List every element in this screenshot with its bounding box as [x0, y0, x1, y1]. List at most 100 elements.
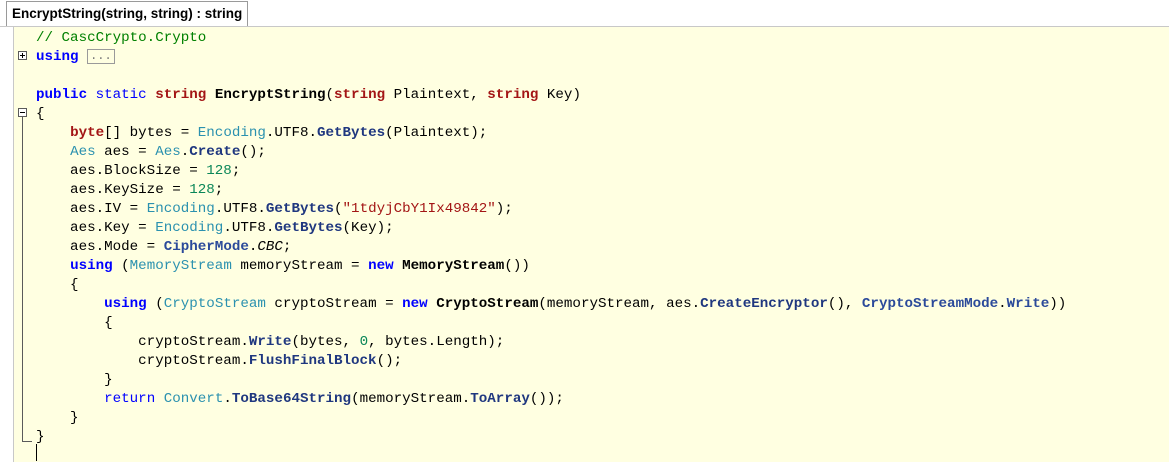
- code-token: aes.BlockSize =: [36, 163, 207, 179]
- code-line: aes.Mode = CipherMode.CBC;: [36, 238, 1066, 257]
- code-token: .: [223, 391, 232, 407]
- code-token: Encoding: [155, 220, 224, 236]
- code-token: string: [487, 87, 539, 103]
- code-token: (Key);: [342, 220, 394, 236]
- code-token: ToArray: [470, 391, 530, 407]
- code-token: MemoryStream: [402, 258, 505, 274]
- code-token: .UTF8.: [214, 201, 266, 217]
- code-line: }: [36, 409, 1066, 428]
- code-token: Encoding: [146, 201, 215, 217]
- code-token: FlushFinalBlock: [248, 353, 377, 369]
- code-token: ToBase64String: [231, 391, 352, 407]
- code-token: CryptoStream: [163, 296, 266, 312]
- code-token: aes.Key =: [36, 220, 156, 236]
- code-token: using: [36, 49, 79, 65]
- code-token: CryptoStreamMode: [861, 296, 999, 312]
- code-token: (memoryStream.: [351, 391, 471, 407]
- code-editor[interactable]: // CascCrypto.Crypto using ... public sta…: [13, 27, 1169, 462]
- code-line: }: [36, 371, 1066, 390]
- code-token: (Plaintext);: [385, 125, 488, 141]
- code-token: EncryptString: [214, 87, 326, 103]
- code-token: aes.IV =: [36, 201, 147, 217]
- code-token: ()): [504, 258, 530, 274]
- code-token: using: [104, 296, 147, 312]
- fold-end-marker: [22, 441, 32, 442]
- code-token: CreateEncryptor: [700, 296, 828, 312]
- code-token: {: [36, 277, 79, 293]
- code-line: return Convert.ToBase64String(memoryStre…: [36, 390, 1066, 409]
- code-token: MemoryStream: [129, 258, 232, 274]
- code-token: aes.Mode =: [36, 239, 164, 255]
- code-token: aes =: [95, 144, 156, 160]
- collapse-method-icon[interactable]: [18, 108, 27, 117]
- code-line: cryptoStream.Write(bytes, 0, bytes.Lengt…: [36, 333, 1066, 352]
- code-token: Aes: [70, 144, 96, 160]
- code-token: "1tdyjCbY1Ix49842": [342, 201, 496, 217]
- code-token: {: [36, 106, 45, 122]
- code-token: string: [334, 87, 386, 103]
- code-token: memoryStream =: [231, 258, 369, 274]
- code-token: Key): [538, 87, 581, 103]
- code-line: // CascCrypto.Crypto: [36, 29, 1066, 48]
- code-listing[interactable]: // CascCrypto.Crypto using ... public sta…: [36, 29, 1066, 466]
- code-line: using ...: [36, 48, 1066, 67]
- expand-using-icon[interactable]: [18, 51, 27, 60]
- code-token: (: [112, 258, 130, 274]
- code-token: CipherMode: [163, 239, 249, 255]
- code-token: CryptoStream: [436, 296, 539, 312]
- code-token: aes.KeySize =: [36, 182, 190, 198]
- tab-encrypt-string[interactable]: EncryptString(string, string) : string: [6, 1, 249, 26]
- code-token: byte: [70, 125, 105, 141]
- code-line: byte[] bytes = Encoding.UTF8.GetBytes(Pl…: [36, 124, 1066, 143]
- code-token: GetBytes: [265, 201, 335, 217]
- code-token: .: [998, 296, 1007, 312]
- collapsed-region-button[interactable]: ...: [87, 49, 115, 64]
- code-line: Aes aes = Aes.Create();: [36, 143, 1066, 162]
- code-token: (),: [827, 296, 862, 312]
- code-token: 128: [206, 163, 232, 179]
- code-token: ;: [231, 163, 241, 179]
- code-line: aes.IV = Encoding.UTF8.GetBytes("1tdyjCb…: [36, 200, 1066, 219]
- code-token: Aes: [155, 144, 181, 160]
- code-token: CBC: [257, 239, 283, 255]
- code-line: aes.Key = Encoding.UTF8.GetBytes(Key);: [36, 219, 1066, 238]
- code-line: {: [36, 276, 1066, 295]
- code-token: (memoryStream, aes.: [538, 296, 701, 312]
- code-token: using: [70, 258, 113, 274]
- code-token: Encoding: [197, 125, 266, 141]
- code-token: , bytes.Length);: [368, 334, 505, 350]
- code-token: (: [325, 87, 335, 103]
- fold-guide-line: [22, 117, 23, 441]
- code-token: )): [1049, 296, 1067, 312]
- code-token: string: [155, 87, 207, 103]
- code-token: return: [104, 391, 156, 407]
- code-token: static: [95, 87, 147, 103]
- code-line: using (MemoryStream memoryStream = new M…: [36, 257, 1066, 276]
- code-token: .: [180, 144, 190, 160]
- fold-gutter: [14, 27, 34, 462]
- code-token: Write: [1006, 296, 1050, 312]
- code-line: {: [36, 314, 1066, 333]
- code-token: }: [36, 429, 45, 445]
- code-token: cryptoStream.: [36, 334, 249, 350]
- code-token: Plaintext,: [385, 87, 488, 103]
- code-token: Create: [189, 144, 241, 160]
- code-token: ();: [376, 353, 403, 369]
- code-token: {: [36, 315, 113, 331]
- code-token: (: [334, 201, 343, 217]
- code-token: ());: [529, 391, 564, 407]
- code-token: ;: [214, 182, 224, 198]
- code-line: aes.KeySize = 128;: [36, 181, 1066, 200]
- code-token: public: [36, 87, 88, 103]
- code-token: GetBytes: [317, 125, 386, 141]
- tab-bar: EncryptString(string, string) : string: [0, 0, 1169, 27]
- code-token: Convert: [163, 391, 224, 407]
